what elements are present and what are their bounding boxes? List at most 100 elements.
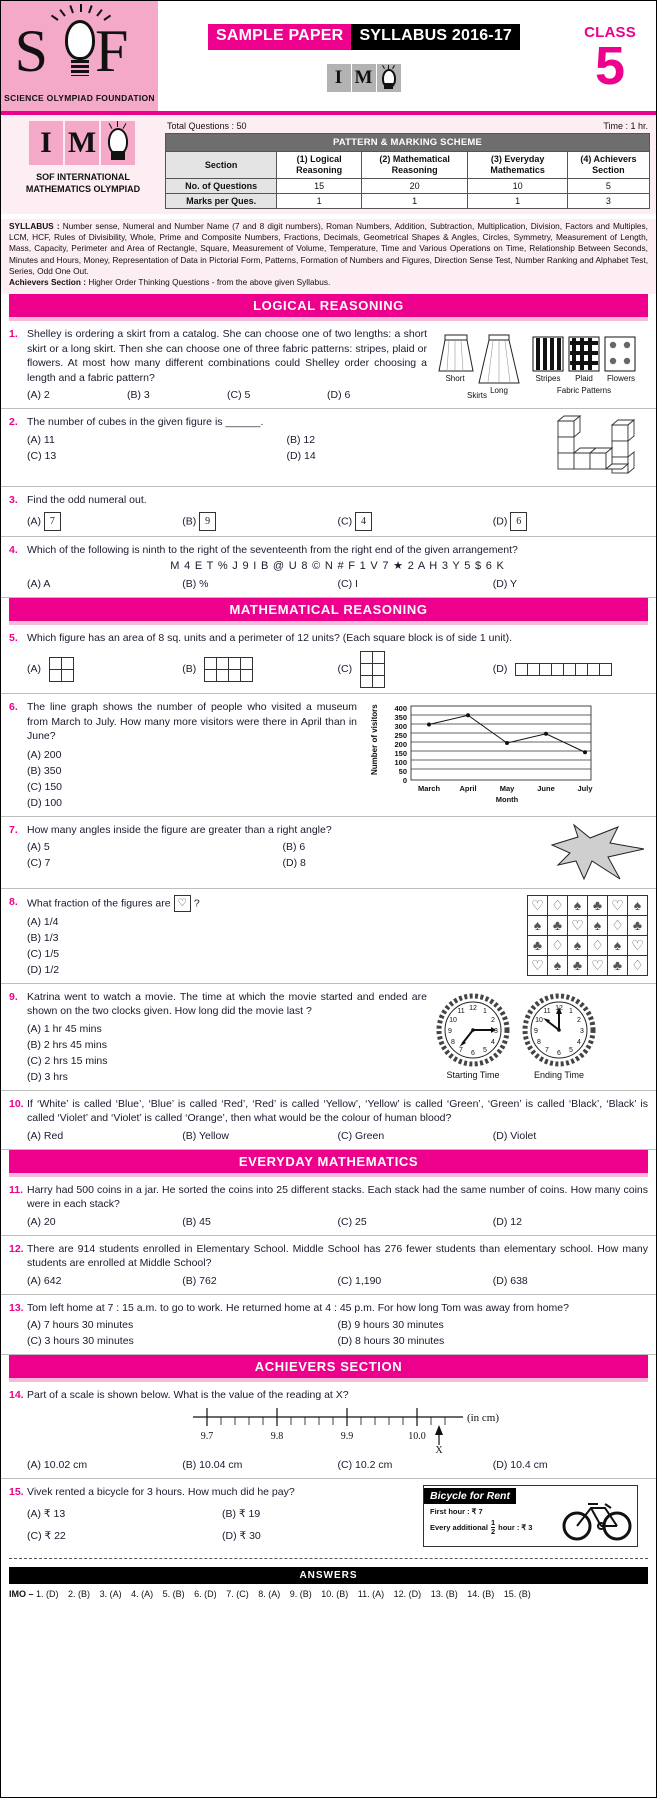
two-clocks-illustration: 12123 4567 891011 12123 4567	[436, 993, 596, 1080]
svg-text:Skirts: Skirts	[467, 391, 487, 399]
svg-text:4: 4	[491, 1039, 495, 1046]
option-b[interactable]: (B) 3	[127, 387, 227, 403]
achievers-label: Achievers Section :	[9, 277, 87, 288]
option-c[interactable]: (C) 25	[338, 1214, 493, 1230]
syllabus-text-block: SYLLABUS : Number sense, Numeral and Num…	[1, 219, 656, 295]
option-d[interactable]: (D) 1/2	[27, 962, 521, 978]
option-d[interactable]: (D) Violet	[493, 1128, 648, 1144]
lightbulb-base-icon	[70, 59, 89, 76]
question-text: Find the odd numeral out.	[27, 494, 147, 507]
option-b[interactable]: (B) 2 hrs 45 mins	[27, 1037, 427, 1053]
option-b[interactable]: (B) 762	[182, 1273, 337, 1289]
svg-text:5: 5	[569, 1047, 573, 1054]
option-a[interactable]: (A) 20	[27, 1214, 182, 1230]
option-a[interactable]: (A) 7	[27, 511, 182, 531]
imo-brand-block: I M SOF INTERNATIONAL MATHEMATICS OLYMPI…	[7, 121, 159, 209]
option-d[interactable]: (D) 12	[493, 1214, 648, 1230]
sof-logo-mark: S F	[5, 3, 155, 92]
options-list: (A) 11 (B) 12 (C) 13 (D) 14	[27, 432, 546, 464]
svg-text:2: 2	[577, 1017, 581, 1024]
option-d[interactable]: (D) 6	[493, 511, 648, 531]
answer-item: 1. (D)	[36, 1589, 59, 1600]
svg-text:10: 10	[535, 1017, 543, 1024]
options-list: (A) ₹ 13 (B) ₹ 19 (C) ₹ 22 (D) ₹ 30	[27, 1503, 417, 1547]
heart-icon: ♡	[173, 894, 191, 912]
option-a[interactable]: (A) 7 hours 30 minutes	[27, 1317, 338, 1333]
option-c[interactable]: (C)	[338, 651, 493, 689]
option-b[interactable]: (B)	[182, 657, 337, 683]
option-d[interactable]: (D) ₹ 30	[222, 1525, 417, 1547]
option-a[interactable]: (A) Red	[27, 1128, 182, 1144]
sample-paper-banner: SAMPLE PAPER SYLLABUS 2016-17	[207, 24, 521, 50]
option-c[interactable]: (C) 2 hrs 15 mins	[27, 1053, 427, 1069]
question-8: 8. What fraction of the figures are ♡ ? …	[1, 889, 656, 984]
option-a[interactable]: (A) 1/4	[27, 914, 521, 930]
options-list: (A) 1 hr 45 mins (B) 2 hrs 45 mins (C) 2…	[27, 1021, 427, 1085]
option-a[interactable]: (A) 2	[27, 387, 127, 403]
option-c[interactable]: (C) 5	[227, 387, 327, 403]
option-d[interactable]: (D) 8 hours 30 minutes	[338, 1333, 649, 1349]
option-d[interactable]: (D) Y	[493, 576, 648, 592]
option-d[interactable]: (D) 3 hrs	[27, 1069, 427, 1085]
option-a[interactable]: (A) A	[27, 576, 182, 592]
option-b[interactable]: (B) Yellow	[182, 1128, 337, 1144]
option-b-letter: (B)	[182, 663, 197, 676]
option-a[interactable]: (A) 5	[27, 839, 283, 855]
option-c[interactable]: (C) I	[338, 576, 493, 592]
option-b[interactable]: (B) 9	[182, 511, 337, 531]
option-d[interactable]: (D) 100	[27, 795, 357, 811]
pattern-row1-label: No. of Questions	[164, 178, 278, 194]
option-c[interactable]: (C) 7	[27, 855, 283, 871]
option-a[interactable]: (A) 11	[27, 432, 287, 448]
option-d[interactable]: (D) 638	[493, 1273, 648, 1289]
option-a[interactable]: (A) 642	[27, 1273, 182, 1289]
answers-bar: ANSWERS	[9, 1567, 648, 1585]
option-b[interactable]: (B) 6	[283, 839, 539, 855]
option-b[interactable]: (B) 350	[27, 763, 357, 779]
pattern-row2-label: Marks per Ques.	[164, 193, 278, 209]
pattern-row1-c2: 20	[360, 178, 469, 194]
option-b[interactable]: (B) 9 hours 30 minutes	[338, 1317, 649, 1333]
question-number: 5.	[9, 631, 18, 644]
option-a[interactable]: (A) 1 hr 45 mins	[27, 1021, 427, 1037]
option-b[interactable]: (B) 1/3	[27, 930, 521, 946]
option-c[interactable]: (C) 1,190	[338, 1273, 493, 1289]
option-d[interactable]: (D) 6	[327, 387, 427, 403]
option-c[interactable]: (C) Green	[338, 1128, 493, 1144]
question-11: 11. Harry had 500 coins in a jar. He sor…	[1, 1177, 656, 1236]
svg-text:1: 1	[483, 1008, 487, 1015]
option-b[interactable]: (B) 12	[287, 432, 547, 448]
section-title-everyday: EVERYDAY MATHEMATICS	[9, 1149, 648, 1173]
option-a[interactable]: (A) ₹ 13	[27, 1503, 222, 1525]
svg-text:9.8: 9.8	[270, 1431, 283, 1442]
option-c[interactable]: (C) 3 hours 30 minutes	[27, 1333, 338, 1349]
option-c[interactable]: (C) 4	[338, 511, 493, 531]
question-text: Tom left home at 7 : 15 a.m. to go to wo…	[27, 1301, 569, 1314]
option-d[interactable]: (D) 10.4 cm	[493, 1457, 648, 1473]
option-c[interactable]: (C) 150	[27, 779, 357, 795]
question-4: 4. Which of the following is ninth to th…	[1, 537, 656, 598]
option-c[interactable]: (C) ₹ 22	[27, 1525, 222, 1547]
option-c[interactable]: (C) 13	[27, 448, 287, 464]
option-a[interactable]: (A) 200	[27, 747, 357, 763]
options-list: (A) 1/4 (B) 1/3 (C) 1/5 (D) 1/2	[27, 914, 521, 978]
option-d[interactable]: (D) 14	[287, 448, 547, 464]
svg-text:5: 5	[483, 1047, 487, 1054]
svg-text:150: 150	[394, 749, 407, 758]
option-d[interactable]: (D) 8	[283, 855, 539, 871]
option-b[interactable]: (B) 45	[182, 1214, 337, 1230]
option-c[interactable]: (C) 10.2 cm	[338, 1457, 493, 1473]
question-number: 13.	[9, 1301, 24, 1314]
answer-item: 11. (A)	[357, 1589, 385, 1600]
imo-org-name: SOF INTERNATIONAL MATHEMATICS OLYMPIAD	[26, 171, 140, 195]
option-a[interactable]: (A) 10.02 cm	[27, 1457, 182, 1473]
table-row: ♡ ♢ ♠ ♣ ♡ ♠	[527, 894, 648, 916]
option-d[interactable]: (D)	[493, 662, 648, 677]
option-b[interactable]: (B) %	[182, 576, 337, 592]
question-text: If ‘White’ is called ‘Blue’, ‘Blue’ is c…	[27, 1097, 648, 1125]
option-a[interactable]: (A)	[27, 657, 182, 683]
option-c[interactable]: (C) 1/5	[27, 946, 521, 962]
option-b[interactable]: (B) 10.04 cm	[182, 1457, 337, 1473]
option-b[interactable]: (B) ₹ 19	[222, 1503, 417, 1525]
imo-letter-i: I	[326, 64, 351, 92]
